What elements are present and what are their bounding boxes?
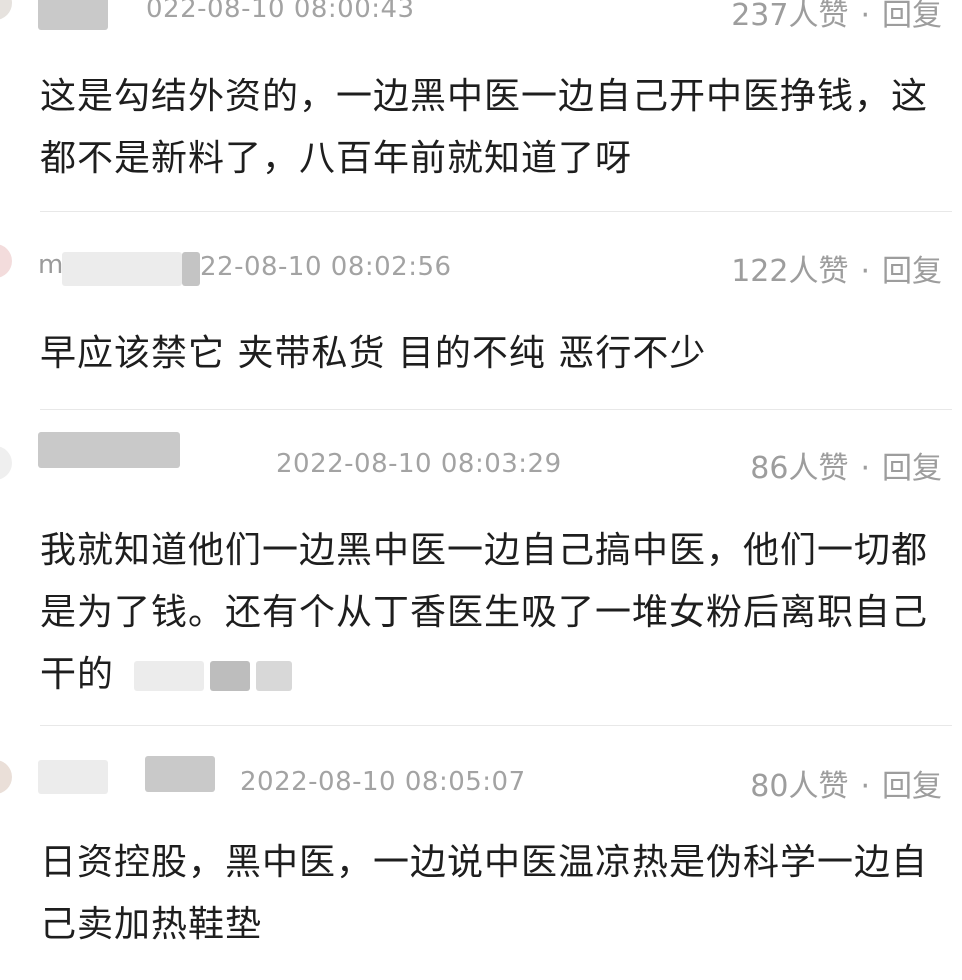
comment-meta: 122人赞 · 回复 bbox=[731, 246, 942, 290]
username-redacted[interactable] bbox=[145, 756, 215, 792]
comment-meta: 237人赞 · 回复 bbox=[731, 0, 942, 34]
reply-button[interactable]: 回复 bbox=[882, 0, 942, 33]
avatar[interactable] bbox=[0, 244, 12, 278]
comment-meta: 80人赞 · 回复 bbox=[750, 761, 942, 805]
divider bbox=[40, 725, 952, 726]
like-count[interactable]: 86人赞 bbox=[750, 451, 848, 486]
divider bbox=[40, 409, 952, 410]
comment-text: 这是勾结外资的，一边黑中医一边自己开中医挣钱，这都不是新料了，八百年前就知道了呀 bbox=[40, 76, 929, 179]
reply-button[interactable]: 回复 bbox=[882, 451, 942, 486]
meta-separator: · bbox=[860, 769, 870, 804]
username-partial[interactable]: m bbox=[38, 250, 64, 280]
username-redacted[interactable] bbox=[38, 432, 180, 468]
username-redacted[interactable] bbox=[182, 252, 200, 286]
like-count[interactable]: 237人赞 bbox=[731, 0, 848, 33]
comment-timestamp: 2022-08-10 08:05:07 bbox=[240, 767, 526, 797]
redacted-mention bbox=[134, 661, 205, 691]
comment-timestamp: 2022-08-10 08:03:29 bbox=[276, 449, 562, 479]
meta-separator: · bbox=[860, 451, 870, 486]
username-redacted[interactable] bbox=[62, 252, 182, 286]
avatar[interactable] bbox=[0, 760, 12, 794]
meta-separator: · bbox=[860, 0, 870, 33]
comment-text: 早应该禁它 夹带私货 目的不纯 恶行不少 bbox=[40, 333, 707, 374]
redacted-mention bbox=[256, 661, 293, 691]
divider bbox=[40, 211, 952, 212]
comment-text: 我就知道他们一边黑中医一边自己搞中医，他们一切都是为了钱。还有个从丁香医生吸了一… bbox=[40, 520, 952, 706]
avatar[interactable] bbox=[0, 0, 12, 20]
comment-timestamp: 022-08-10 08:00:43 bbox=[146, 0, 415, 24]
meta-separator: · bbox=[860, 254, 870, 289]
reply-button[interactable]: 回复 bbox=[882, 769, 942, 804]
avatar[interactable] bbox=[0, 446, 12, 480]
redacted-mention bbox=[210, 661, 251, 691]
comment-timestamp: 22-08-10 08:02:56 bbox=[200, 252, 452, 282]
reply-button[interactable]: 回复 bbox=[882, 254, 942, 289]
username-redacted[interactable] bbox=[38, 760, 108, 794]
username-redacted[interactable] bbox=[38, 0, 108, 30]
like-count[interactable]: 80人赞 bbox=[750, 769, 848, 804]
like-count[interactable]: 122人赞 bbox=[731, 254, 848, 289]
comment-meta: 86人赞 · 回复 bbox=[750, 443, 942, 487]
comment-text: 日资控股，黑中医，一边说中医温凉热是伪科学一边自己卖加热鞋垫 bbox=[40, 842, 929, 945]
